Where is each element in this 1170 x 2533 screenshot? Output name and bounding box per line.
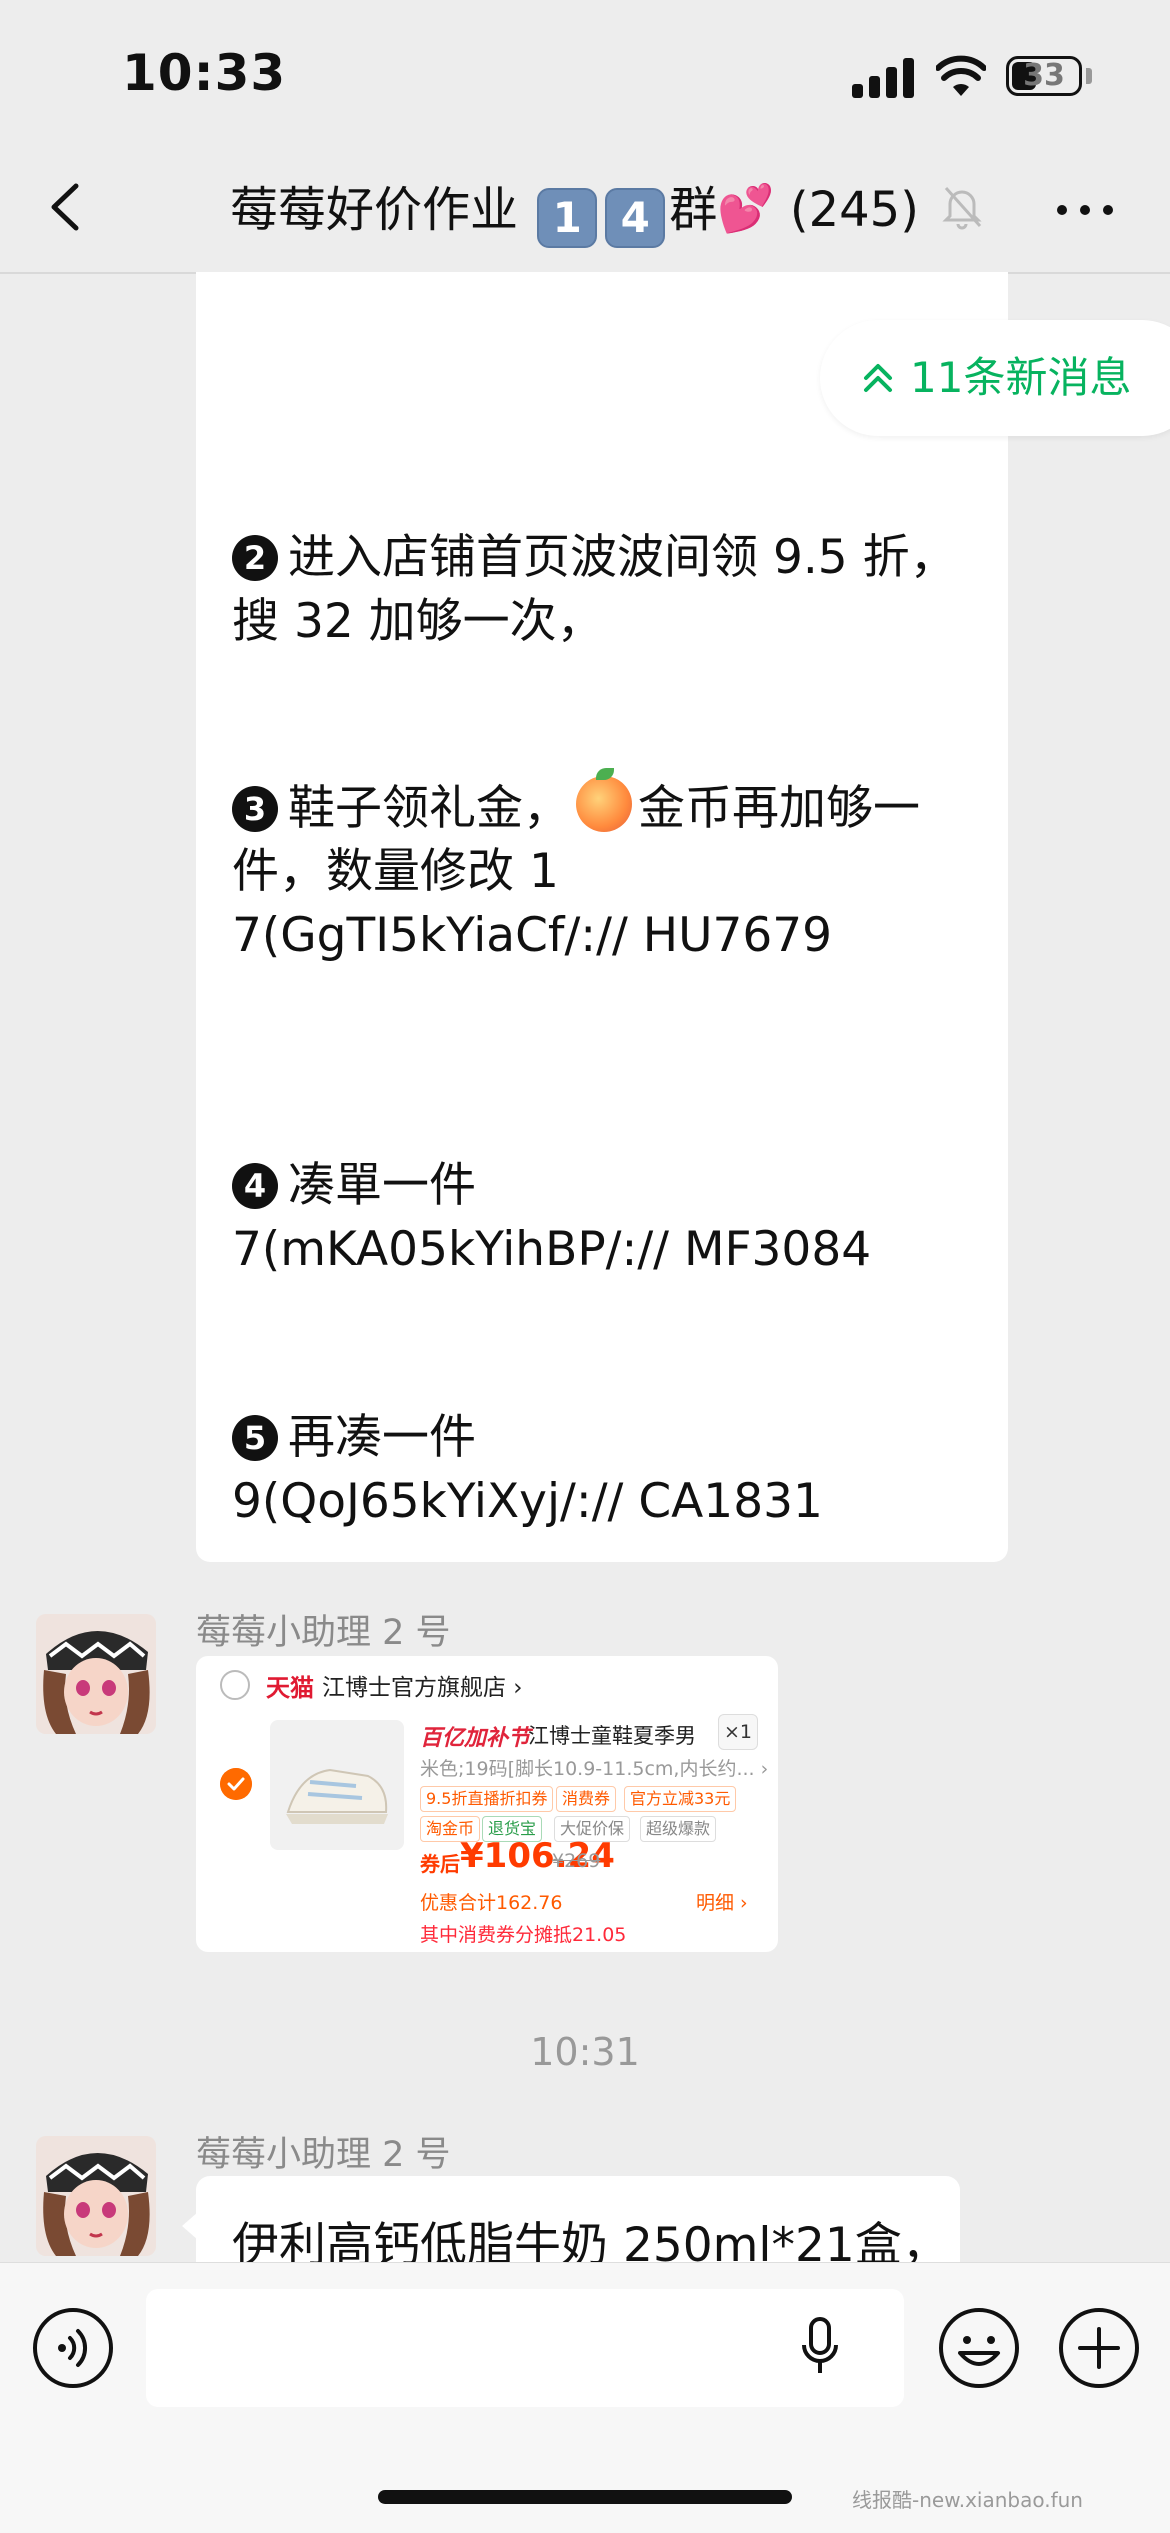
member-count: (245) <box>789 182 919 238</box>
emoji-icon[interactable] <box>938 2307 1020 2389</box>
battery-icon: 33 <box>1006 56 1082 96</box>
quantity-badge[interactable]: ×1 <box>718 1714 758 1750</box>
coupon-badge: 9.5折直播折扣券 <box>420 1786 554 1812</box>
battery-level: 33 <box>1023 58 1065 93</box>
tmall-logo: 天猫 <box>266 1674 314 1702</box>
avatar-image <box>36 1614 156 1734</box>
step-text: 再凑一件 <box>288 1410 476 1465</box>
watermark: 线报酷-new.xianbao.fun <box>852 2488 1083 2512</box>
new-messages-label: 11条新消息 <box>910 353 1132 402</box>
service-badge: 超级爆款 <box>640 1816 717 1842</box>
avatar[interactable] <box>36 2136 156 2256</box>
chat-title-suffix: 群 <box>669 182 718 238</box>
step-4-code[interactable]: 7(mKA05kYihBP/:// MF3084 <box>232 1218 871 1282</box>
chat-title[interactable]: 莓莓好价作业 1 4 群💕 (245) <box>230 176 919 248</box>
chat-header: 莓莓好价作业 1 4 群💕 (245) <box>0 150 1170 274</box>
step-4-line1: 4 凑單一件 <box>232 1154 476 1218</box>
plus-icon[interactable] <box>1058 2307 1140 2389</box>
step-number-badge: 3 <box>232 786 278 832</box>
step-text: 进入店铺首页波波间领 9.5 折， <box>288 530 957 585</box>
price-label: 券后 <box>420 1852 460 1876</box>
avatar[interactable] <box>36 1614 156 1734</box>
microphone-icon[interactable] <box>800 2315 840 2381</box>
product-name: 江博士童鞋夏季男 <box>528 1724 696 1748</box>
coupon-note: 其中消费券分摊抵21.05 <box>420 1924 627 1946</box>
more-icon[interactable] <box>1050 190 1120 230</box>
step-text: 鞋子领礼金， <box>288 781 570 836</box>
shop-name: 江博士官方旗舰店 › <box>322 1675 523 1701</box>
double-chevron-up-icon <box>864 364 892 392</box>
product-image <box>270 1720 404 1850</box>
checkbox-checked-icon[interactable] <box>220 1768 252 1800</box>
promo-tag: 百亿加补节 <box>420 1726 531 1751</box>
status-time: 10:33 <box>122 44 287 102</box>
product-card[interactable]: 天猫 江博士官方旗舰店 › 百亿加补节 江博士童鞋夏季男 ×1 米色;19码[脚… <box>196 1656 778 1952</box>
step-text-cont: 金币再加够一 <box>638 781 920 836</box>
battery-tip <box>1086 68 1092 84</box>
keycap-four-icon: 4 <box>605 188 666 248</box>
wifi-icon <box>936 55 986 96</box>
peach-icon <box>576 768 632 832</box>
chat-title-text: 莓莓好价作业 <box>230 182 519 238</box>
step-5-line1: 5 再凑一件 <box>232 1406 476 1470</box>
back-icon[interactable] <box>34 172 98 242</box>
step-number-badge: 5 <box>232 1415 278 1461</box>
keycap-one-icon: 1 <box>537 188 598 248</box>
status-bar: 10:33 33 <box>0 0 1170 150</box>
coupon-badge: 消费券 <box>556 1786 617 1812</box>
step-3-line2: 件，数量修改 1 <box>232 844 559 899</box>
voice-icon[interactable] <box>32 2307 114 2389</box>
step-2-line1: 2 进入店铺首页波波间领 9.5 折， <box>232 526 957 590</box>
step-text: 凑單一件 <box>288 1158 476 1213</box>
two-hearts-icon: 💕 <box>717 181 775 235</box>
shop-select-radio[interactable] <box>220 1670 250 1700</box>
step-5-code[interactable]: 9(QoJ65kYiXyj/:// CA1831 <box>232 1470 823 1534</box>
new-messages-button[interactable]: 11条新消息 <box>820 320 1170 436</box>
home-indicator[interactable] <box>378 2490 792 2504</box>
detail-link[interactable]: 明细 › <box>696 1888 748 1915</box>
avatar-image <box>36 2136 156 2256</box>
signal-icon <box>852 58 916 98</box>
step-number-badge: 2 <box>232 535 278 581</box>
discount-total: 优惠合计162.76 <box>420 1892 563 1914</box>
sender-name: 莓莓小助理 2 号 <box>196 1613 451 1653</box>
product-spec[interactable]: 米色;19码[脚长10.9-11.5cm,内长约... › <box>420 1754 768 1781</box>
message-bubble[interactable]: 2 进入店铺首页波波间领 9.5 折， 搜 32 加够一次， 3 鞋子领礼金， 金币再… <box>196 272 1008 1562</box>
original-price: ¥269 <box>552 1850 601 1872</box>
step-2-line2: 搜 32 加够一次， <box>232 594 604 649</box>
step-3-code[interactable]: 7(GgTI5kYiaCf/:// HU7679 <box>232 904 832 968</box>
time-divider: 10:31 <box>530 2030 640 2074</box>
coupon-badge: 官方立减33元 <box>624 1786 737 1812</box>
mute-bell-icon <box>942 186 982 230</box>
step-3-line1: 3 鞋子领礼金， 金币再加够一 <box>232 768 920 841</box>
message-input[interactable] <box>146 2289 904 2407</box>
sender-name: 莓莓小助理 2 号 <box>196 2135 451 2175</box>
step-number-badge: 4 <box>232 1163 278 1209</box>
